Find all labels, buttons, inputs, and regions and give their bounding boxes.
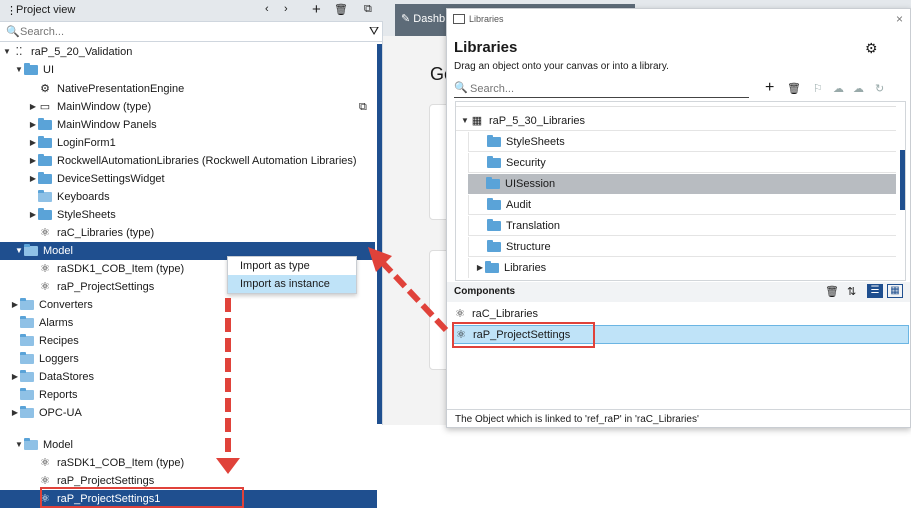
annotation-overlay — [216, 247, 449, 474]
drag-arrow-line — [379, 259, 449, 333]
result-arrow-head — [216, 458, 240, 474]
